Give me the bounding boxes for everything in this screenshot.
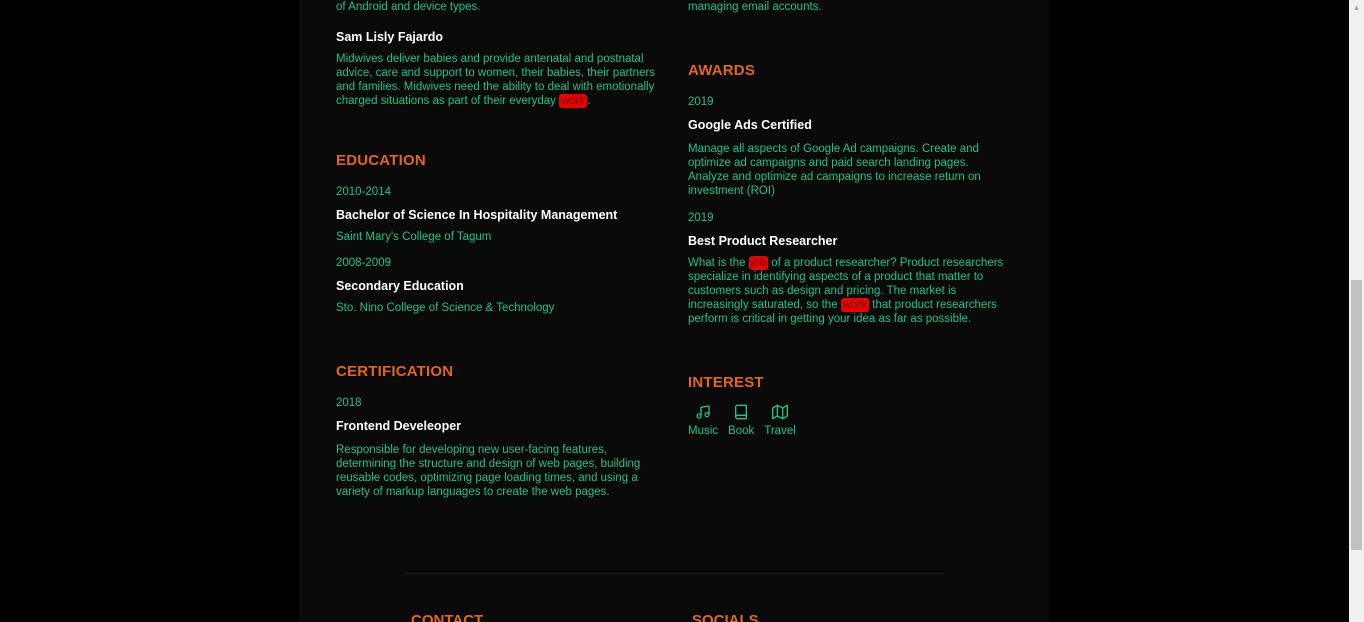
resume-page: attention to the application's compatibi… [299,0,1049,622]
interest-label: Music [688,425,719,437]
education-degree: Bachelor of Science In Hospitality Manag… [336,208,618,222]
highlighted-word: work [559,94,588,108]
map-icon [772,404,789,420]
book-icon [735,404,748,420]
award-description: What is the job of a product researcher?… [688,256,1006,326]
award-year: 2019 [688,96,714,108]
education-year: 2010-2014 [336,186,391,198]
reference-desc-text: Midwives deliver babies and provide ante… [336,53,655,107]
contact-title: CONTACT [411,612,484,622]
education-entry: 2010-2014 Bachelor of Science In Hospita… [336,186,666,247]
education-degree: Secondary Education [336,279,464,293]
scrollbar-thumb[interactable] [1351,280,1362,550]
previous-item-description: making phone calls, making travel arrang… [688,1,822,13]
section-divider [404,573,944,574]
reference-description: Midwives deliver babies and provide ante… [336,52,666,108]
award-entry: 2019 Best Product Researcher What is the… [688,212,1006,326]
music-icon [696,405,710,419]
certification-year: 2018 [336,397,362,409]
award-name: Best Product Researcher [688,234,838,248]
interest-book[interactable]: Book [728,404,754,437]
award-entry: 2019 Google Ads Certified Manage all asp… [688,96,1006,198]
interest-music[interactable]: Music [688,404,718,437]
education-entry: 2008-2009 Secondary Education Sto. Nino … [336,257,666,318]
award-desc-text: What is the [688,257,749,269]
education-school: Sto. Nino College of Science & Technolog… [336,302,555,314]
left-column: attention to the application's compatibi… [336,0,666,511]
interest-travel[interactable]: Travel [764,404,796,437]
education-title: EDUCATION [336,152,426,169]
previous-item-description: attention to the application's compatibi… [336,1,481,13]
reference-name: Sam Lisly Fajardo [336,30,443,44]
scroll-up-arrow-icon[interactable]: ▲ [1349,0,1364,15]
certification-title: CERTIFICATION [336,363,454,380]
right-column: making phone calls, making travel arrang… [688,0,1006,437]
certification-description: Responsible for developing new user-faci… [336,444,641,498]
education-year: 2008-2009 [336,257,391,269]
certification-entry: 2018 Frontend Develeoper Responsible for… [336,397,666,499]
award-description: Manage all aspects of Google Ad campaign… [688,143,981,197]
certification-name: Frontend Develeoper [336,419,462,433]
award-year: 2019 [688,212,714,224]
highlighted-word: work [840,298,870,312]
interest-title: INTEREST [688,374,764,391]
vertical-scrollbar[interactable]: ▲ [1349,0,1364,622]
socials-title: SOCIALS [692,612,759,622]
viewport: attention to the application's compatibi… [0,0,1364,622]
interest-list: Music Book Travel [688,404,1006,437]
award-name: Google Ads Certified [688,118,812,132]
interest-label: Book [728,425,755,437]
highlighted-word: job [748,256,769,270]
reference-desc-end: . [587,95,591,107]
interest-label: Travel [764,425,796,437]
awards-title: AWARDS [688,62,756,79]
reference-entry: Sam Lisly Fajardo Midwives deliver babie… [336,30,666,108]
education-school: Saint Mary's College of Tagum [336,231,492,243]
